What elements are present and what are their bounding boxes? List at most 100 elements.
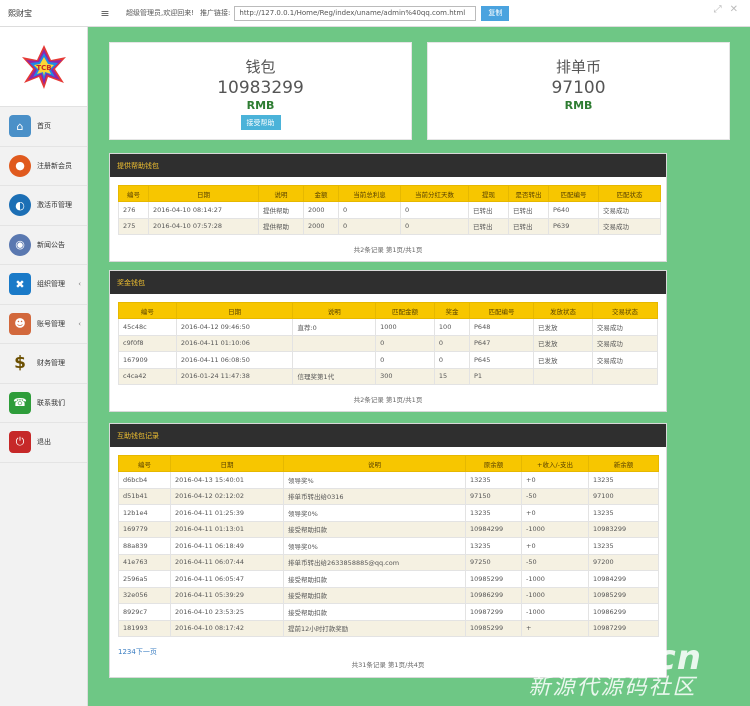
sidebar-item-label: 注册新会员 [37,161,72,170]
pagination-links[interactable]: 1234下一页 [118,647,658,657]
accept-help-button[interactable]: 接受帮助 [240,115,281,130]
top-right-icons: ⤢ ✕ [714,4,738,15]
table-cell: -1000 [521,520,589,538]
user-add-icon: ● [9,154,31,177]
table-cell: 2016-04-11 05:39:29 [170,586,284,604]
table-cell: 15 [433,367,471,385]
promo-link-input[interactable] [234,5,477,21]
wallet-title: 钱包 [245,58,276,76]
table-cell: 接受帮助扣款 [283,586,466,604]
table-cell: 169779 [118,520,171,538]
table-cell: 2016-04-11 06:07:44 [170,553,284,571]
table-row: 2596a5 2016-04-11 06:05:47 接受帮助扣款 10985299-… [118,570,659,588]
table-cell: 已发放 [533,351,593,369]
sidebar-item-label: 组织管理 [37,280,65,289]
table-cell: 45c48c [118,318,177,336]
sidebar-item-register[interactable]: ● 注册新会员 [0,147,87,186]
column-header: 新余额 [588,455,659,472]
chevron-left-icon: ‹ [78,280,81,289]
table-cell: P640 [548,201,599,219]
table-cell: 0 [375,351,435,369]
sidebar-item-label: 联系我们 [37,398,65,407]
hamburger-icon[interactable]: ≡ [90,7,120,20]
table-cell: 提前12小时打款奖励 [283,619,466,637]
dollar-icon: $ [14,353,26,374]
panel-title: 提供帮助钱包 [110,154,666,177]
table-cell: 2016-01-24 11:47:38 [175,367,294,385]
column-header: 编号 [118,302,177,319]
table-row: 32e056 2016-04-11 05:39:29 接受帮助扣款 10986299-… [118,586,659,604]
table-cell: + [521,619,589,637]
sidebar-item-account[interactable]: ☻ 账号管理 ‹ [0,305,87,344]
table-cell: 0 [400,201,469,219]
table-cell: +0 [521,537,589,555]
table-cell: 0 [338,201,401,219]
table-cell: 12b1e4 [118,504,171,522]
fullscreen-icon[interactable]: ⤢ [714,4,722,15]
sidebar-item-activation[interactable]: ◐ 激活币管理 [0,186,87,226]
table-cell: 领导奖0% [283,537,466,555]
table-cell: -1000 [521,570,589,588]
table-cell: 0 [375,334,435,352]
table-cell: 276 [118,201,149,219]
table-cell: 交易成功 [591,318,659,336]
table-cell: 13235 [588,537,659,555]
sidebar-item-organization[interactable]: ✖ 组织管理 ‹ [0,265,87,305]
table-cell: 0 [400,217,469,235]
wallet-value: 10983299 [217,78,304,98]
table-cell: 提供帮助 [258,217,304,235]
coin-value: 97100 [551,78,606,98]
table-cell: -1000 [521,603,589,621]
sidebar-item-label: 新闻公告 [37,240,65,249]
table-cell: 信理奖第1代 [292,367,377,385]
app-logo-text: 熙财宝 [8,8,32,18]
table-cell: -50 [521,553,589,571]
globe-icon: ◐ [9,194,31,217]
sidebar-item-home[interactable]: ⌂ 首页 [0,107,87,147]
table-cell: 2016-04-11 06:05:47 [170,570,284,588]
star-logo-icon: TCB [21,44,66,89]
table-cell: 10987299 [465,603,522,621]
table-row: 181993 2016-04-10 08:17:42 提前12小时打款奖励 10985… [118,619,659,637]
contact-icon: ☎ [9,391,31,414]
table-cell: d51b41 [118,487,171,505]
table-cell: 2016-04-13 15:40:01 [170,471,284,489]
table-row: c4ca42 2016-01-24 11:47:38 信理奖第1代 300 15 P1 [118,367,659,385]
sidebar-item-finance[interactable]: $ 财务管理 [0,344,87,384]
chevron-left-icon: ‹ [78,319,81,328]
table-cell: 已发放 [533,318,593,336]
sidebar-item-logout[interactable]: ⏻ 退出 [0,423,87,463]
table-cell: 10987299 [588,619,659,637]
table-cell: 13235 [465,471,522,489]
column-header: 说明 [292,302,377,319]
table-cell: 0 [433,351,471,369]
table-cell: 10984299 [588,570,659,588]
table-cell: 已转出 [468,201,509,219]
column-header: 当前总利息 [338,185,401,202]
table-cell: 1000 [375,318,435,336]
table-row: 41e763 2016-04-11 06:07:44 排单币转出给263385888… [118,553,659,571]
copy-button[interactable]: 复制 [481,5,510,21]
sidebar-item-contact[interactable]: ☎ 联系我们 [0,384,87,423]
users-icon: ☻ [9,312,31,335]
table-cell: 10983299 [588,520,659,538]
wallet-card: 钱包 10983299 RMB 接受帮助 [109,42,412,140]
table-cell: 13235 [588,504,659,522]
table-cell: 10986299 [465,586,522,604]
table-cell: 10984299 [465,520,522,538]
close-icon[interactable]: ✕ [730,4,738,15]
table-cell: 275 [118,217,149,235]
table-cell: 2016-04-11 01:25:39 [170,504,284,522]
coin-card: 排单币 97100 RMB [427,42,730,140]
table-cell: 提供帮助 [258,201,304,219]
table-cell: 13235 [588,471,659,489]
table-cell: 97200 [588,553,659,571]
coin-unit: RMB [564,99,593,112]
sidebar-item-label: 激活币管理 [37,201,72,210]
table-cell: P647 [469,334,535,352]
table-cell: 接受帮助扣款 [283,570,466,588]
table-cell: 10985299 [465,619,522,637]
table-cell: 8929c7 [118,603,171,621]
sidebar-item-news[interactable]: ◉ 新闻公告 [0,226,87,265]
main-content: 钱包 10983299 RMB 接受帮助 排单币 97100 RMB 提供帮助钱… [88,27,750,706]
